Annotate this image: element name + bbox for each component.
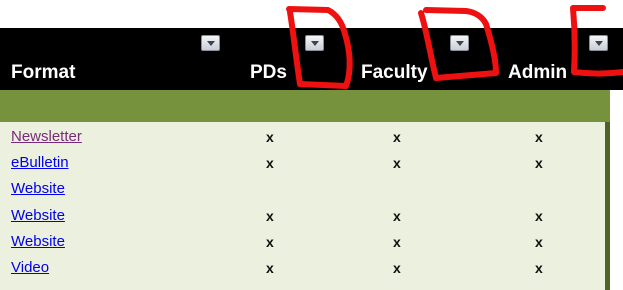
column-header-admin: Admin [508,62,568,83]
pds-cell: x [266,234,274,250]
admin-cell: x [535,260,543,276]
table-right-border [605,122,610,290]
filter-dropdown-format[interactable] [201,35,220,51]
band-row [0,90,610,122]
table-row: Newsletter x x x [0,125,605,151]
admin-cell: x [535,129,543,145]
filter-dropdown-faculty[interactable] [450,35,469,51]
pds-cell: x [266,208,274,224]
format-link[interactable]: Newsletter [11,128,82,145]
faculty-cell: x [393,129,401,145]
table-row: Website [0,177,605,203]
pds-cell: x [266,260,274,276]
faculty-cell: x [393,234,401,250]
column-header-pds: PDs [250,62,287,83]
top-strip [0,0,623,28]
table-header: Format PDs Faculty Admin [0,28,623,90]
admin-cell: x [535,208,543,224]
table-row: Website x x x [0,230,605,256]
format-link[interactable]: Website [11,180,65,197]
admin-cell: x [535,234,543,250]
filter-dropdown-admin[interactable] [589,35,608,51]
faculty-cell: x [393,260,401,276]
format-link[interactable]: eBulletin [11,154,69,171]
admin-cell: x [535,155,543,171]
format-link[interactable]: Website [11,233,65,250]
pds-cell: x [266,129,274,145]
pds-cell: x [266,155,274,171]
faculty-cell: x [393,208,401,224]
format-link[interactable]: Website [11,207,65,224]
table-body: Newsletter x x x eBulletin x x x Website… [0,122,605,290]
filter-dropdown-pds[interactable] [305,35,324,51]
faculty-cell: x [393,155,401,171]
table-row: eBulletin x x x [0,151,605,177]
table-row: Video x x x [0,256,605,282]
format-link[interactable]: Video [11,259,49,276]
column-header-faculty: Faculty [361,62,428,83]
table-row: Website x x x [0,204,605,230]
column-header-format: Format [11,62,76,83]
